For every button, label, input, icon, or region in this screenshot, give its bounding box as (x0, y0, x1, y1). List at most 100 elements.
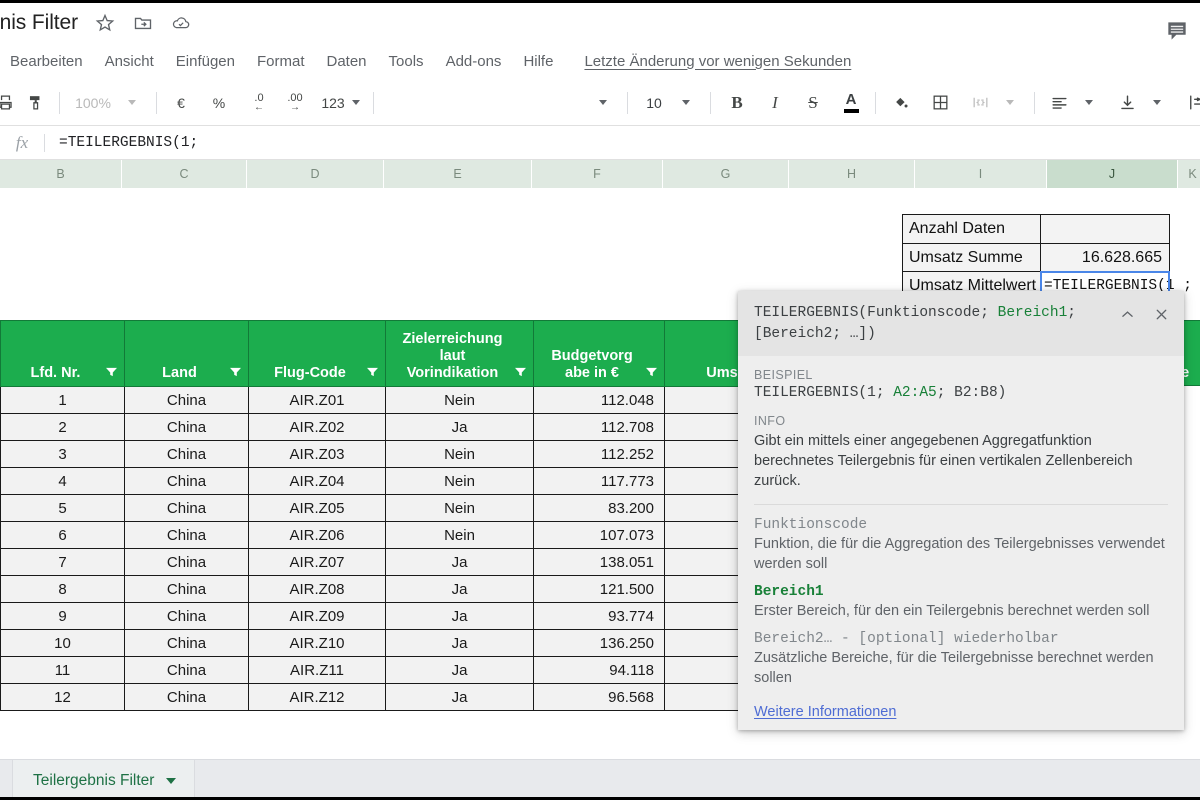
more-information-link[interactable]: Weitere Informationen (754, 704, 896, 720)
cell-budgetvorgabe[interactable]: 94.118 (533, 656, 665, 684)
cell-land[interactable]: China (124, 440, 249, 468)
cell-lfd-nr[interactable]: 4 (0, 467, 125, 495)
merge-cells-icon[interactable] (965, 88, 995, 118)
menu-item-einfuegen[interactable]: Einfügen (165, 51, 246, 72)
filter-dropdown-icon[interactable] (514, 367, 527, 378)
summary-value[interactable]: 16.628.665 (1041, 244, 1169, 271)
cell-lfd-nr[interactable]: 3 (0, 440, 125, 468)
menu-item-format[interactable]: Format (246, 51, 316, 72)
zoom-level[interactable]: 100% (69, 95, 117, 111)
text-color-button[interactable]: A (836, 88, 866, 118)
bold-button[interactable]: B (722, 88, 752, 118)
menu-item-addons[interactable]: Add-ons (435, 51, 513, 72)
cell-lfd-nr[interactable]: 1 (0, 386, 125, 414)
decrease-decimal-button[interactable]: .0 ← (244, 88, 274, 118)
column-header-lfd-nr[interactable]: Lfd. Nr. (0, 320, 125, 387)
cell-land[interactable]: China (124, 386, 249, 414)
borders-icon[interactable] (925, 88, 955, 118)
fill-color-icon[interactable] (885, 88, 915, 118)
cell-flug-code[interactable]: AIR.Z01 (248, 386, 386, 414)
cell-zielerreichung[interactable]: Ja (385, 683, 534, 711)
cell-land[interactable]: China (124, 494, 249, 522)
cell-land[interactable]: China (124, 575, 249, 603)
column-header-b[interactable]: B (0, 160, 122, 188)
cell-land[interactable]: China (124, 521, 249, 549)
summary-label[interactable]: Umsatz Summe (903, 244, 1041, 271)
cell-zielerreichung[interactable]: Nein (385, 386, 534, 414)
cell-budgetvorgabe[interactable]: 117.773 (533, 467, 665, 495)
column-header-i[interactable]: I (915, 160, 1047, 188)
cell-lfd-nr[interactable]: 7 (0, 548, 125, 576)
cell-lfd-nr[interactable]: 6 (0, 521, 125, 549)
cell-land[interactable]: China (124, 467, 249, 495)
move-to-folder-icon[interactable] (132, 12, 154, 34)
cell-zielerreichung[interactable]: Ja (385, 629, 534, 657)
column-header-c[interactable]: C (122, 160, 247, 188)
cell-lfd-nr[interactable]: 2 (0, 413, 125, 441)
column-header-e[interactable]: E (384, 160, 532, 188)
column-header-d[interactable]: D (247, 160, 384, 188)
cell-flug-code[interactable]: AIR.Z12 (248, 683, 386, 711)
font-size-dropdown-icon[interactable] (671, 88, 701, 118)
horizontal-align-icon[interactable] (1044, 88, 1074, 118)
cell-land[interactable]: China (124, 683, 249, 711)
cell-land[interactable]: China (124, 413, 249, 441)
cell-budgetvorgabe[interactable]: 83.200 (533, 494, 665, 522)
column-header-k[interactable]: K (1178, 160, 1200, 188)
open-comment-history-icon[interactable] (1162, 16, 1192, 46)
horizontal-align-dropdown-icon[interactable] (1074, 88, 1104, 118)
menu-item-ansicht[interactable]: Ansicht (94, 51, 165, 72)
cell-budgetvorgabe[interactable]: 112.048 (533, 386, 665, 414)
cell-land[interactable]: China (124, 656, 249, 684)
cell-flug-code[interactable]: AIR.Z09 (248, 602, 386, 630)
cell-zielerreichung[interactable]: Nein (385, 494, 534, 522)
format-percent-button[interactable]: % (204, 88, 234, 118)
column-header-j[interactable]: J (1047, 160, 1178, 188)
menu-item-bearbeiten[interactable]: Bearbeiten (0, 51, 94, 72)
column-header-h[interactable]: H (789, 160, 915, 188)
menu-item-daten[interactable]: Daten (316, 51, 378, 72)
column-header-flug-code[interactable]: Flug-Code (248, 320, 386, 387)
cell-flug-code[interactable]: AIR.Z05 (248, 494, 386, 522)
column-header-zielerreichung[interactable]: Zielerreichung laut Vorindikation (385, 320, 534, 387)
summary-value[interactable] (1041, 215, 1169, 243)
star-icon[interactable] (94, 12, 116, 34)
filter-dropdown-icon[interactable] (366, 367, 379, 378)
cell-zielerreichung[interactable]: Ja (385, 656, 534, 684)
column-header-budgetvorgabe[interactable]: Budgetvorg abe in € (533, 320, 665, 387)
filter-dropdown-icon[interactable] (645, 367, 658, 378)
column-header-g[interactable]: G (663, 160, 789, 188)
cell-flug-code[interactable]: AIR.Z10 (248, 629, 386, 657)
cell-budgetvorgabe[interactable]: 96.568 (533, 683, 665, 711)
cell-flug-code[interactable]: AIR.Z07 (248, 548, 386, 576)
cell-lfd-nr[interactable]: 12 (0, 683, 125, 711)
summary-label[interactable]: Anzahl Daten (903, 215, 1041, 243)
cell-land[interactable]: China (124, 548, 249, 576)
cell-zielerreichung[interactable]: Nein (385, 521, 534, 549)
cell-flug-code[interactable]: AIR.Z04 (248, 467, 386, 495)
cell-lfd-nr[interactable]: 5 (0, 494, 125, 522)
cell-land[interactable]: China (124, 602, 249, 630)
cell-zielerreichung[interactable]: Ja (385, 413, 534, 441)
cell-lfd-nr[interactable]: 8 (0, 575, 125, 603)
cell-budgetvorgabe[interactable]: 112.708 (533, 413, 665, 441)
cell-lfd-nr[interactable]: 11 (0, 656, 125, 684)
more-formats-label[interactable]: 123 (318, 88, 348, 118)
cell-zielerreichung[interactable]: Nein (385, 467, 534, 495)
cell-flug-code[interactable]: AIR.Z06 (248, 521, 386, 549)
filter-dropdown-icon[interactable] (105, 367, 118, 378)
cell-flug-code[interactable]: AIR.Z02 (248, 413, 386, 441)
cell-zielerreichung[interactable]: Ja (385, 548, 534, 576)
cell-budgetvorgabe[interactable]: 121.500 (533, 575, 665, 603)
document-title[interactable]: rgebnis Filter (0, 11, 78, 35)
cell-lfd-nr[interactable]: 9 (0, 602, 125, 630)
sheet-tab-teilergebnis-filter[interactable]: Teilergebnis Filter (12, 760, 196, 800)
merge-cells-dropdown-icon[interactable] (995, 88, 1025, 118)
column-header-land[interactable]: Land (124, 320, 249, 387)
print-icon[interactable] (0, 88, 20, 118)
cell-flug-code[interactable]: AIR.Z11 (248, 656, 386, 684)
cell-lfd-nr[interactable]: 10 (0, 629, 125, 657)
font-family-field[interactable] (383, 88, 588, 118)
vertical-align-dropdown-icon[interactable] (1142, 88, 1172, 118)
vertical-align-icon[interactable] (1112, 88, 1142, 118)
